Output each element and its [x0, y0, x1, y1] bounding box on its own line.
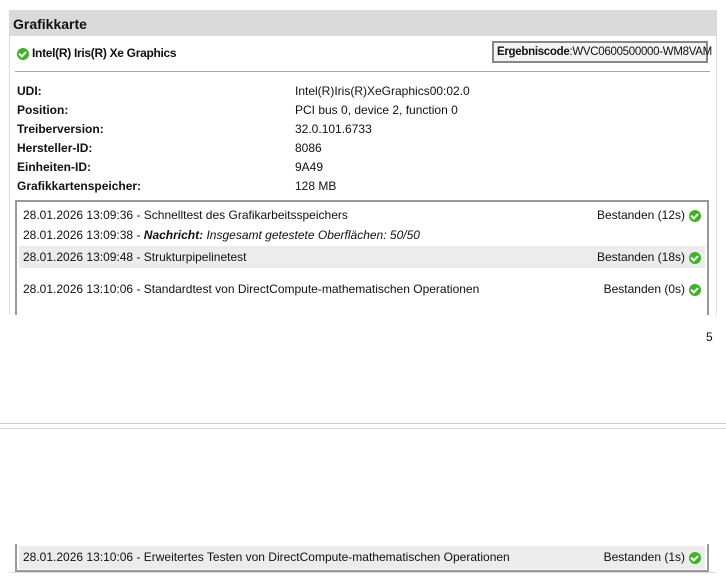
- test-text: 28.01.2026 13:09:48 - Strukturpipelinete…: [23, 250, 247, 264]
- test-message-row: 28.01.2026 13:09:38 - Nachricht: Insgesa…: [19, 224, 705, 246]
- test-row: 28.01.2026 13:10:06 - Erweitertes Testen…: [19, 546, 705, 569]
- info-value: PCI bus 0, device 2, function 0: [295, 103, 458, 117]
- panel-bottom-border: [9, 572, 717, 573]
- test-log: 28.01.2026 13:09:36 - Schnelltest des Gr…: [15, 200, 709, 315]
- device-title: Intel(R) Iris(R) Xe Graphics: [17, 46, 177, 60]
- check-icon: [689, 283, 701, 296]
- test-text: 28.01.2026 13:10:06 - Erweitertes Testen…: [23, 550, 510, 564]
- check-icon: [689, 251, 701, 264]
- info-value: 128 MB: [295, 179, 337, 193]
- test-result: Bestanden (12s): [597, 208, 701, 222]
- result-text: Bestanden (12s): [596, 208, 685, 222]
- divider: [15, 71, 710, 72]
- message-label: Nachricht:: [143, 228, 204, 242]
- message-text: Insgesamt getestete Oberflächen: 50/50: [203, 228, 420, 242]
- result-text: Bestanden (1s): [603, 550, 685, 564]
- info-value: 32.0.101.6733: [295, 122, 372, 136]
- check-icon: [689, 209, 701, 222]
- info-value: Intel(R)Iris(R)XeGraphics00:02.0: [295, 84, 470, 98]
- device-name: Intel(R) Iris(R) Xe Graphics: [32, 46, 177, 60]
- info-label: Grafikkartenspeicher:: [17, 179, 142, 193]
- test-result: Bestanden (18s): [597, 250, 701, 264]
- info-label: Einheiten-ID:: [17, 160, 91, 174]
- info-value: 9A49: [295, 160, 324, 174]
- page-break-line: [0, 423, 726, 424]
- section-header: Grafikkarte: [9, 10, 717, 36]
- result-code-value: WVC0600500000-WM8VAM: [572, 46, 712, 58]
- page-break-line: [0, 428, 726, 429]
- check-icon: [17, 47, 29, 60]
- page-number: 5: [706, 330, 713, 344]
- info-value: 8086: [295, 141, 322, 155]
- info-label: UDI:: [17, 84, 42, 98]
- test-log-continued: 28.01.2026 13:10:06 - Erweitertes Testen…: [15, 544, 709, 572]
- info-label: Hersteller-ID:: [17, 141, 93, 155]
- result-code-box: Ergebniscode:WVC0600500000-WM8VAM: [492, 41, 712, 63]
- test-text: 28.01.2026 13:09:36 - Schnelltest des Gr…: [23, 208, 348, 222]
- test-row: 28.01.2026 13:10:06 - Standardtest von D…: [19, 278, 705, 300]
- check-icon: [689, 551, 701, 564]
- message-prefix: 28.01.2026 13:09:38 -: [23, 228, 144, 242]
- result-code-label: Ergebniscode: [497, 46, 570, 58]
- info-label: Position:: [17, 103, 69, 117]
- result-text: Bestanden (0s): [603, 282, 685, 296]
- test-text: 28.01.2026 13:10:06 - Standardtest von D…: [23, 282, 480, 296]
- test-row: 28.01.2026 13:09:48 - Strukturpipelinete…: [19, 246, 705, 268]
- info-label: Treiberversion:: [17, 122, 104, 136]
- test-result: Bestanden (0s): [604, 282, 701, 296]
- test-row: 28.01.2026 13:09:36 - Schnelltest des Gr…: [19, 204, 705, 226]
- test-result: Bestanden (1s): [604, 550, 701, 564]
- result-text: Bestanden (18s): [596, 250, 685, 264]
